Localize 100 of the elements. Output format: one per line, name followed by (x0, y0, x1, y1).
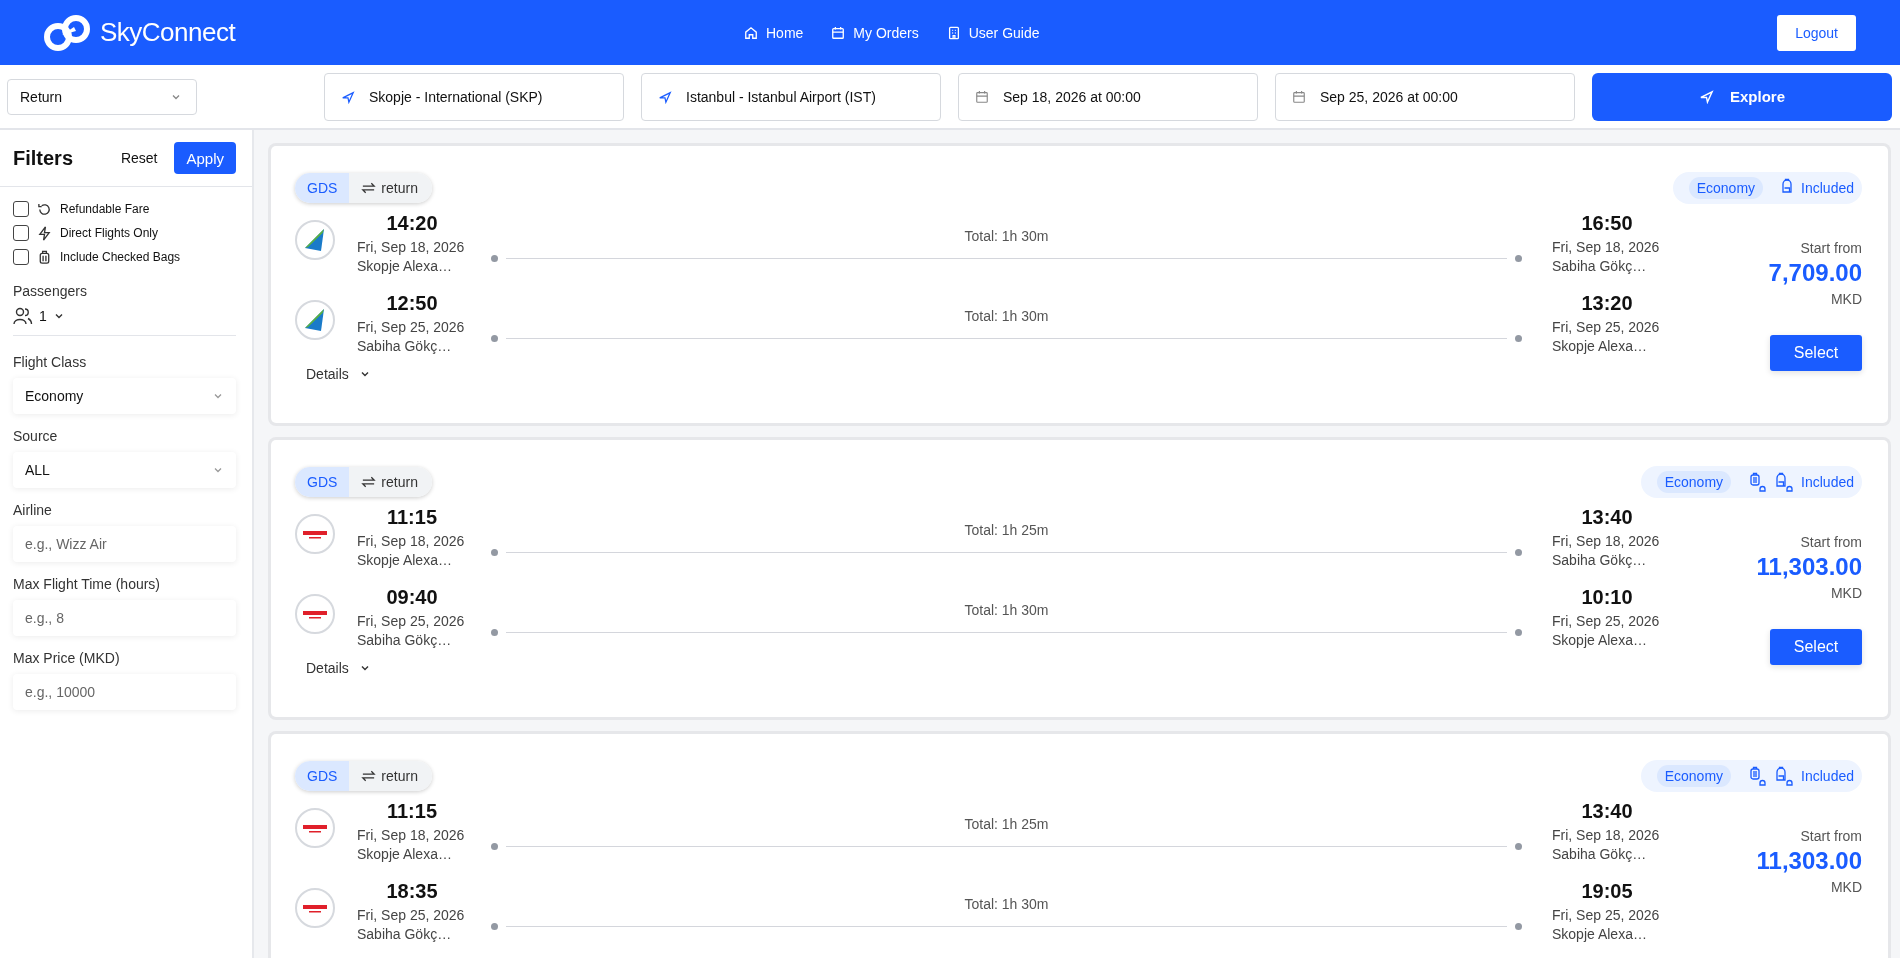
calendar-icon (831, 25, 846, 40)
total-duration: Total: 1h 30m (964, 896, 1049, 912)
arrival-airport: Skopje Alexa… (1552, 631, 1648, 650)
checkbox[interactable] (13, 249, 29, 265)
explore-button[interactable]: Explore (1592, 72, 1892, 121)
total-duration: Total: 1h 25m (964, 816, 1049, 832)
nav-link[interactable]: Home (744, 24, 804, 41)
input-field[interactable]: e.g., 10000 (13, 674, 236, 710)
currency: MKD (1830, 585, 1862, 601)
building-icon (946, 25, 961, 40)
arrival-airport: Skopje Alexa… (1552, 925, 1648, 944)
field-label: Flight Class (13, 354, 88, 370)
departure-airport: Skopje Alexa… (357, 257, 453, 276)
input-field[interactable]: e.g., Wizz Air (13, 526, 236, 562)
source-tag: GDS (295, 173, 350, 203)
cabin-tag: Economy (1688, 177, 1764, 199)
airline-logo-icon (295, 514, 335, 554)
field-label: Source (13, 428, 59, 444)
cabin-tag: Economy (1656, 471, 1732, 493)
plane-icon (1699, 89, 1714, 104)
trip-tag: return (349, 173, 432, 203)
departure-date: Fri, Sep 25, 2026 (357, 318, 466, 337)
reset-button[interactable]: Reset (120, 150, 158, 166)
departure-airport: Skopje Alexa… (357, 845, 453, 864)
logo-icon (44, 12, 92, 53)
details-toggle[interactable]: Details (306, 660, 371, 676)
origin-field[interactable]: Skopje - International (SKP) (324, 72, 624, 121)
passengers-label: Passengers (13, 283, 88, 299)
airline-logo-icon (295, 220, 335, 260)
brand-name: SkyConnect (100, 17, 236, 48)
checkbox[interactable] (13, 201, 29, 217)
checkbox-label: Direct Flights Only (60, 226, 159, 240)
users-icon (13, 307, 33, 325)
select-field[interactable]: Economy (13, 378, 236, 414)
price-caption: Start from (1800, 534, 1862, 550)
currency: MKD (1830, 291, 1862, 307)
departure-date: Fri, Sep 18, 2026 (357, 238, 466, 257)
select-field[interactable]: ALL (13, 452, 236, 488)
depart-date-field[interactable]: Sep 18, 2026 at 00:00 (958, 72, 1258, 121)
field-label: Max Flight Time (hours) (13, 576, 162, 592)
airline-logo-icon (295, 300, 335, 340)
baggage-label: Included (1801, 474, 1854, 490)
price: 7,709.00 (1768, 259, 1862, 287)
passenger-picker[interactable]: 1 (13, 307, 65, 325)
departure-date: Fri, Sep 18, 2026 (357, 826, 466, 845)
arrival-date: Fri, Sep 25, 2026 (1552, 906, 1661, 925)
filters-title: Filters (13, 146, 74, 170)
plane-icon (658, 89, 672, 104)
select-button[interactable]: Select (1770, 335, 1862, 371)
departure-time: 12:50 (385, 292, 439, 315)
arrival-date: Fri, Sep 25, 2026 (1552, 318, 1661, 337)
checkbox-label: Include Checked Bags (60, 250, 181, 264)
price-caption: Start from (1800, 240, 1862, 256)
total-duration: Total: 1h 25m (964, 522, 1049, 538)
airline-logo-icon (295, 808, 335, 848)
total-duration: Total: 1h 30m (964, 308, 1049, 324)
arrival-time: 13:40 (1580, 506, 1634, 529)
rotate-icon (37, 201, 52, 217)
departure-time: 14:20 (385, 212, 439, 235)
arrival-airport: Sabiha Gökç… (1552, 551, 1648, 570)
departure-date: Fri, Sep 25, 2026 (357, 612, 466, 631)
home-icon (744, 25, 758, 40)
departure-airport: Sabiha Gökç… (357, 925, 453, 944)
checkbox-label: Refundable Fare (60, 202, 150, 216)
departure-airport: Sabiha Gökç… (357, 631, 453, 650)
backpack-icon (1775, 472, 1796, 492)
source-tag: GDS (295, 467, 350, 497)
field-label: Max Price (MKD) (13, 650, 121, 666)
destination-field[interactable]: Istanbul - Istanbul Airport (IST) (641, 72, 941, 121)
input-field[interactable]: e.g., 8 (13, 600, 236, 636)
price-caption: Start from (1800, 828, 1862, 844)
departure-date: Fri, Sep 18, 2026 (357, 532, 466, 551)
arrival-date: Fri, Sep 25, 2026 (1552, 612, 1661, 631)
price: 11,303.00 (1756, 847, 1862, 875)
departure-time: 11:15 (385, 506, 439, 529)
luggage-icon (37, 249, 52, 265)
return-date-field[interactable]: Sep 25, 2026 at 00:00 (1275, 72, 1575, 121)
nav-link[interactable]: User Guide (946, 24, 1040, 41)
details-toggle[interactable]: Details (306, 366, 371, 382)
logout-button[interactable]: Logout (1777, 14, 1856, 51)
arrival-date: Fri, Sep 18, 2026 (1552, 532, 1661, 551)
arrival-time: 13:40 (1580, 800, 1634, 823)
arrival-time: 19:05 (1580, 880, 1634, 903)
price: 11,303.00 (1756, 553, 1862, 581)
select-button[interactable]: Select (1770, 629, 1862, 665)
airline-logo-icon (295, 594, 335, 634)
backpack-icon (1775, 766, 1796, 786)
departure-time: 18:35 (385, 880, 439, 903)
airline-logo-icon (295, 888, 335, 928)
checkbox[interactable] (13, 225, 29, 241)
calendar-icon (975, 89, 989, 104)
arrival-time: 16:50 (1580, 212, 1634, 235)
currency: MKD (1830, 879, 1862, 895)
trip-type-select[interactable]: Return (7, 78, 197, 115)
nav-link[interactable]: My Orders (831, 24, 919, 41)
arrival-time: 10:10 (1580, 586, 1634, 609)
arrival-date: Fri, Sep 18, 2026 (1552, 238, 1661, 257)
apply-button[interactable]: Apply (174, 142, 236, 174)
baggage-label: Included (1801, 768, 1854, 784)
source-tag: GDS (295, 761, 350, 791)
